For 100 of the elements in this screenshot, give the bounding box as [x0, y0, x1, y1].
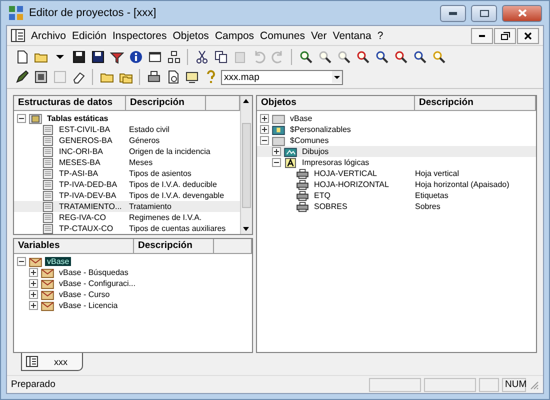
tree-row[interactable]: $Personalizables [257, 124, 536, 135]
menu-item[interactable]: Comunes [257, 30, 308, 42]
tree-row[interactable]: vBase [257, 113, 536, 124]
close-icon [518, 9, 526, 17]
app-icon [8, 5, 24, 21]
expand-icon[interactable] [260, 125, 269, 134]
folder-icon [272, 136, 285, 146]
description-text: Estado civil [129, 125, 170, 134]
close-button[interactable] [517, 28, 539, 44]
collapse-icon[interactable] [272, 158, 281, 167]
description-text: Origen de la incidencia [129, 147, 210, 156]
status-panel [479, 378, 499, 392]
table-folder-icon [29, 114, 42, 124]
expand-icon[interactable] [29, 290, 38, 299]
expand-icon[interactable] [272, 147, 281, 156]
collapse-icon[interactable] [17, 114, 26, 123]
menu-item[interactable]: Objetos [170, 30, 212, 42]
envelope-icon [29, 256, 42, 266]
expand-icon[interactable] [29, 268, 38, 277]
maximize-button[interactable] [471, 4, 497, 22]
tree-row[interactable]: vBase - Búsquedas [14, 267, 252, 278]
envelope-icon [41, 290, 54, 300]
scrollbar[interactable] [240, 96, 252, 234]
copy-icon[interactable] [212, 48, 229, 66]
tree-row[interactable]: REG-IVA-CO Regimenes de I.V.A. [14, 212, 240, 223]
tree-label: vBase - Configuraci... [58, 279, 136, 288]
save-all-icon[interactable] [89, 48, 106, 66]
status-panel [424, 378, 476, 392]
drawings-icon [284, 146, 297, 156]
menu-item[interactable]: Edición [69, 30, 110, 42]
column-header[interactable]: Variables [14, 239, 134, 254]
tree-label: vBase - Licencia [58, 301, 119, 310]
menu-item[interactable]: ? [374, 30, 386, 42]
tree-label: EST-CIVIL-BA [58, 125, 112, 134]
tree-row[interactable]: ETQ Etiquetas [257, 190, 536, 201]
tree-row[interactable]: TRATAMIENTO... Tratamiento [14, 201, 240, 212]
tree-row[interactable]: Tablas estáticas [14, 113, 240, 124]
tree-row[interactable]: TP-CTAUX-CO Tipos de cuentas auxiliares [14, 223, 240, 234]
collapse-icon[interactable] [260, 136, 269, 145]
printer-icon [296, 180, 309, 190]
status-panel [369, 378, 421, 392]
info-icon[interactable] [127, 48, 144, 66]
maximize-icon [480, 10, 488, 16]
minimize-button[interactable] [440, 4, 466, 22]
tree-row[interactable]: TP-ASI-BA Tipos de asientos [14, 168, 240, 179]
column-header[interactable]: Estructuras de datos [14, 96, 126, 111]
save-icon[interactable] [70, 48, 87, 66]
tree-row[interactable]: EST-CIVIL-BA Estado civil [14, 124, 240, 135]
font-icon [284, 158, 297, 168]
document-tab[interactable]: xxx [21, 353, 83, 371]
tree-row[interactable]: TP-IVA-DED-BA Tipos de I.V.A. deducible [14, 179, 240, 190]
minimize-icon [479, 34, 485, 36]
file-dropdown[interactable]: xxx.map [221, 70, 343, 84]
tree-label: vBase [289, 114, 314, 123]
expand-icon[interactable] [260, 114, 269, 123]
menu-item[interactable]: Inspectores [109, 30, 170, 42]
tree-row[interactable]: HOJA-HORIZONTAL Hoja horizontal (Apaisado) [257, 179, 536, 190]
tree-row[interactable]: Dibujos [257, 146, 536, 157]
tree-row[interactable]: MESES-BA Meses [14, 157, 240, 168]
document-icon [26, 356, 38, 367]
minimize-button[interactable] [471, 28, 493, 44]
description-text: Tipos de I.V.A. deducible [129, 180, 217, 189]
tree-row[interactable]: vBase - Configuraci... [14, 278, 252, 289]
tree-row[interactable]: vBase [14, 256, 252, 267]
description-text: Tipos de cuentas auxiliares [129, 224, 226, 233]
edit-icon[interactable] [13, 68, 30, 86]
menu-item[interactable]: Campos [212, 30, 258, 42]
tree-label: SOBRES [313, 202, 348, 211]
description-text: Hoja horizontal (Apaisado) [415, 180, 510, 189]
column-header[interactable]: Descripción [134, 239, 214, 254]
menu-item[interactable]: Ventana [330, 30, 374, 42]
hierarchy-icon[interactable] [165, 48, 182, 66]
tree-row[interactable]: SOBRES Sobres [257, 201, 536, 212]
resize-grip-icon[interactable] [529, 380, 539, 390]
tree-row[interactable]: TP-IVA-DEV-BA Tipos de I.V.A. devengable [14, 190, 240, 201]
restore-button[interactable] [494, 28, 516, 44]
tree-label: TP-ASI-BA [58, 169, 100, 178]
column-header[interactable]: Objetos [257, 96, 415, 111]
tree-row[interactable]: Impresoras lógicas [257, 157, 536, 168]
expand-icon[interactable] [29, 301, 38, 310]
tree-label: $Personalizables [289, 125, 352, 134]
tree-row[interactable]: vBase - Licencia [14, 300, 252, 311]
tree-row[interactable]: $Comunes [257, 135, 536, 146]
tree-row[interactable]: GENEROS-BA Géneros [14, 135, 240, 146]
tree-row[interactable]: vBase - Curso [14, 289, 252, 300]
description-text: Tratamiento [129, 202, 172, 211]
column-header[interactable]: Descripción [126, 96, 206, 111]
menu-item[interactable]: Archivo [28, 30, 70, 42]
folder-icon [272, 114, 285, 124]
document-icon[interactable] [11, 29, 25, 42]
menu-item[interactable]: Ver [308, 30, 330, 42]
description-text: Tipos de asientos [129, 169, 192, 178]
description-text: Regimenes de I.V.A. [129, 213, 202, 222]
collapse-icon[interactable] [17, 257, 26, 266]
tree-row[interactable]: INC-ORI-BA Origen de la incidencia [14, 146, 240, 157]
printer-icon [296, 190, 309, 200]
column-header[interactable]: Descripción [415, 96, 536, 111]
table-icon [41, 168, 54, 178]
expand-icon[interactable] [29, 279, 38, 288]
tree-row[interactable]: HOJA-VERTICAL Hoja vertical [257, 168, 536, 179]
